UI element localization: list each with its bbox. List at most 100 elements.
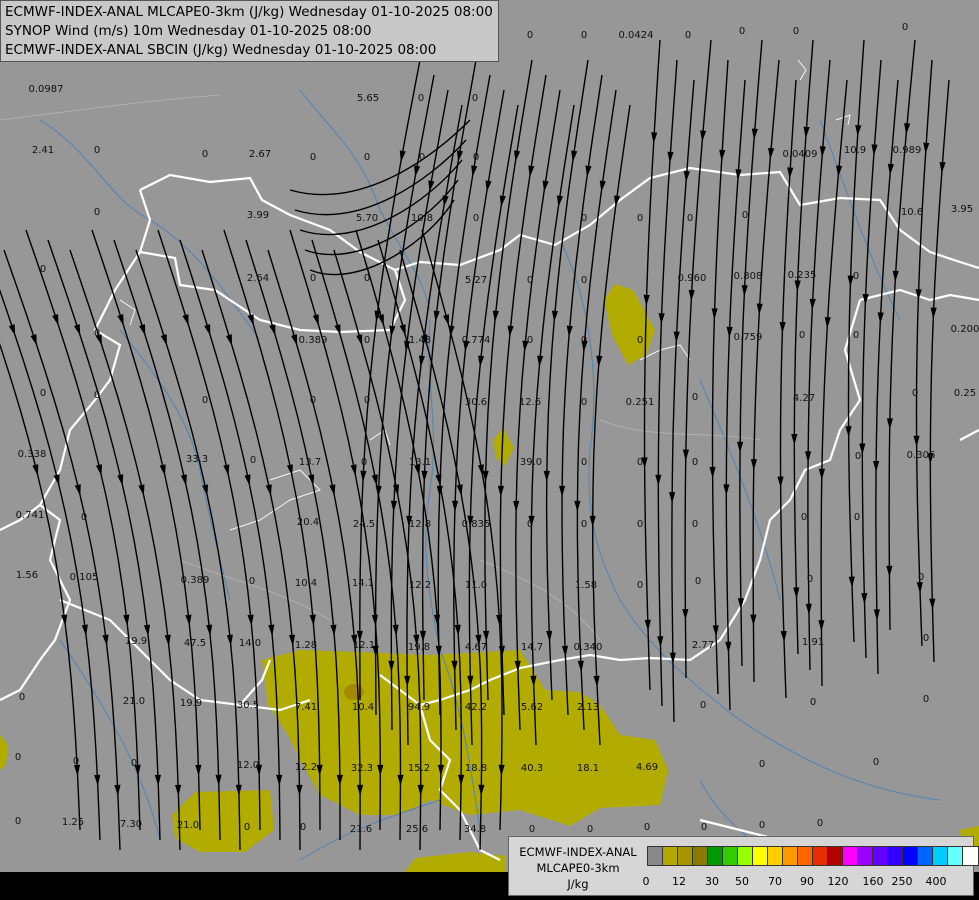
sbcin-value-label: 15.2 (408, 763, 430, 774)
sbcin-value-label: 1.58 (575, 580, 597, 591)
sbcin-value-label: 2.67 (249, 149, 271, 160)
sbcin-value-label: 0 (581, 275, 587, 286)
sbcin-value-label: 5.65 (357, 93, 379, 104)
sbcin-value-label: 0 (581, 213, 587, 224)
sbcin-value-label: 1.56 (16, 570, 38, 581)
title-line-wind: SYNOP Wind (m/s) 10m Wednesday 01-10-202… (5, 23, 372, 39)
sbcin-value-label: 0 (817, 818, 823, 829)
sbcin-value-label: 10.9 (844, 145, 866, 156)
sbcin-value-label: 39.0 (520, 457, 542, 468)
sbcin-value-label: 12.0 (237, 760, 259, 771)
sbcin-value-label: 1.48 (409, 335, 431, 346)
sbcin-value-label: 13.7 (299, 457, 321, 468)
sbcin-value-label: 0 (644, 822, 650, 833)
sbcin-value-label: 4.67 (465, 642, 487, 653)
sbcin-value-label: 2.13 (577, 702, 599, 713)
sbcin-value-label: 0 (701, 822, 707, 833)
legend-tick: 90 (800, 875, 814, 888)
sbcin-value-label: 18.1 (577, 763, 599, 774)
sbcin-value-label: 0 (81, 512, 87, 523)
sbcin-value-label: 21.0 (177, 820, 199, 831)
title-line-mlcape: ECMWF-INDEX-ANAL MLCAPE0-3km (J/kg) Wedn… (5, 4, 493, 20)
sbcin-value-label: 19.9 (125, 636, 147, 647)
sbcin-value-label: 0.989 (893, 145, 922, 156)
sbcin-value-label: 0 (202, 149, 208, 160)
title-line-sbcin: ECMWF-INDEX-ANAL SBCIN (J/kg) Wednesday … (5, 42, 437, 58)
sbcin-value-label: 0 (472, 93, 478, 104)
sbcin-value-label: 0.306 (907, 450, 936, 461)
sbcin-value-label: 0 (581, 397, 587, 408)
sbcin-value-label: 0 (364, 273, 370, 284)
sbcin-value-label: 0 (918, 572, 924, 583)
sbcin-value-label: 0 (40, 388, 46, 399)
sbcin-value-label: 19.9 (180, 698, 202, 709)
sbcin-value-label: 5.62 (521, 702, 543, 713)
sbcin-value-label: 13.1 (409, 457, 431, 468)
sbcin-value-label: 0 (419, 152, 425, 163)
sbcin-value-label: 0 (73, 756, 79, 767)
sbcin-value-label: 0 (581, 457, 587, 468)
legend-tick: 250 (891, 875, 913, 888)
sbcin-value-label: 10.6 (901, 207, 923, 218)
sbcin-value-label: 0 (310, 395, 316, 406)
sbcin-value-label: 0 (529, 824, 535, 835)
sbcin-value-label: 47.5 (184, 638, 206, 649)
sbcin-value-label: 0.0987 (29, 84, 64, 95)
sbcin-value-label: 10.8 (411, 213, 433, 224)
sbcin-value-label: 0 (527, 519, 533, 530)
legend-tick: 120 (827, 875, 849, 888)
sbcin-value-label: 0 (40, 264, 46, 275)
sbcin-value-label: 4.27 (793, 393, 815, 404)
sbcin-value-label: 0 (364, 395, 370, 406)
sbcin-value-label: 0.200 (951, 324, 979, 335)
sbcin-value-label: 0 (739, 26, 745, 37)
sbcin-value-label: 0 (695, 576, 701, 587)
sbcin-value-label: 0 (250, 455, 256, 466)
weather-map: 0.0987 5.65 0 0 0 0 0.0424 0 0 0 0 2.41 0 0 2.67 0 0 0 0 0.… (0, 0, 979, 900)
sbcin-value-label: 14.1 (352, 578, 374, 589)
sbcin-value-label: 0 (94, 328, 100, 339)
sbcin-value-label: 0 (364, 335, 370, 346)
sbcin-value-label: 18.8 (465, 763, 487, 774)
sbcin-value-label: 1.25 (62, 817, 84, 828)
sbcin-value-label: 34.8 (464, 824, 486, 835)
sbcin-value-label: 5.70 (356, 213, 378, 224)
sbcin-value-label: 0 (15, 752, 21, 763)
sbcin-value-label: 5.27 (465, 275, 487, 286)
sbcin-value-label: 12.1 (353, 640, 375, 651)
sbcin-value-label: 0.741 (16, 510, 45, 521)
sbcin-value-label: 0.105 (70, 572, 99, 583)
sbcin-value-label: 0 (637, 213, 643, 224)
sbcin-value-label: 0 (637, 335, 643, 346)
sbcin-value-label: 12.8 (409, 519, 431, 530)
sbcin-value-label: 3.99 (247, 210, 269, 221)
sbcin-value-label: 21.6 (350, 824, 372, 835)
sbcin-value-label: 0.25 (954, 388, 976, 399)
sbcin-value-label: 0 (692, 519, 698, 530)
sbcin-value-label: 14.0 (239, 638, 261, 649)
sbcin-value-label: 0.0424 (619, 30, 654, 41)
sbcin-value-label: 0 (637, 519, 643, 530)
sbcin-value-label: 40.3 (521, 763, 543, 774)
sbcin-value-label: 0.251 (626, 397, 655, 408)
legend-title-line2: MLCAPE0-3km (536, 861, 620, 875)
sbcin-value-label: 21.0 (123, 696, 145, 707)
legend-tick: 50 (735, 875, 749, 888)
sbcin-value-label: 3.95 (951, 204, 973, 215)
sbcin-value-label: 0 (853, 271, 859, 282)
sbcin-value-label: 0 (527, 335, 533, 346)
sbcin-value-label: 0.960 (678, 273, 707, 284)
sbcin-value-label: 0 (581, 519, 587, 530)
sbcin-value-label: 14.7 (521, 642, 543, 653)
legend-tick: 400 (925, 875, 947, 888)
sbcin-value-label: 0.338 (18, 449, 47, 460)
sbcin-value-label: 20.4 (297, 517, 319, 528)
sbcin-value-label: 0 (581, 30, 587, 41)
legend-tick: 12 (672, 875, 686, 888)
sbcin-value-label: 0 (637, 580, 643, 591)
legend-tick: 160 (862, 875, 884, 888)
sbcin-value-label: 0 (244, 822, 250, 833)
sbcin-value-label: 10.4 (352, 702, 374, 713)
sbcin-value-label: 0 (912, 388, 918, 399)
sbcin-value-label: 0 (759, 820, 765, 831)
